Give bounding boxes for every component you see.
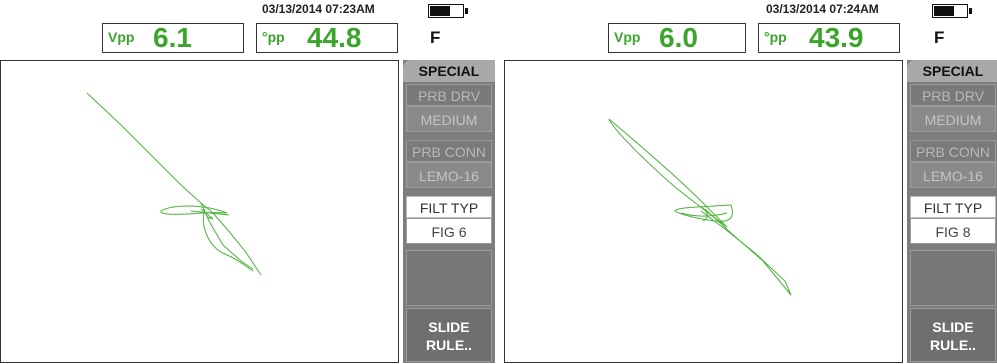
phase-value: 44.8 <box>307 22 362 53</box>
vpp-readout: Vpp 6.0 <box>608 22 746 53</box>
phase-label: °pp <box>764 29 787 45</box>
phase-value: 43.9 <box>809 22 864 53</box>
empty-menu-button[interactable] <box>406 250 492 306</box>
menu-title: SPECIAL <box>907 60 997 82</box>
prb-drv-button[interactable]: MEDIUM <box>910 106 996 132</box>
prb-drv-label: PRB DRV <box>406 84 492 106</box>
menu-title: SPECIAL <box>403 60 495 82</box>
slide-rule-line1: SLIDE <box>428 319 470 335</box>
instrument-panel-left: 03/13/2014 07:23AM Vpp 6.1 °pp 44.8 F SP… <box>0 0 497 364</box>
frequency-mode-indicator: F <box>934 28 945 47</box>
slide-rule-button[interactable]: SLIDE RULE.. <box>406 308 492 362</box>
lissajous-trace <box>86 92 262 276</box>
filt-typ-button[interactable]: FIG 8 <box>910 218 996 244</box>
filt-typ-button[interactable]: FIG 6 <box>406 218 492 244</box>
filt-typ-label: FILT TYP <box>406 196 492 218</box>
vpp-value: 6.1 <box>153 22 192 53</box>
phase-readout: °pp 44.8 <box>256 22 398 53</box>
impedance-plane-display[interactable] <box>0 60 399 363</box>
vpp-value: 6.0 <box>659 22 698 53</box>
battery-icon <box>932 4 972 18</box>
slide-rule-line1: SLIDE <box>932 319 974 335</box>
phase-label: °pp <box>262 29 285 45</box>
battery-icon <box>428 4 468 18</box>
slide-rule-line2: RULE.. <box>930 337 976 353</box>
vpp-label: Vpp <box>614 29 641 45</box>
vpp-label: Vpp <box>108 29 135 45</box>
impedance-plane-display[interactable] <box>504 60 903 363</box>
datetime: 03/13/2014 07:23AM <box>262 2 375 16</box>
phase-readout: °pp 43.9 <box>758 22 900 53</box>
datetime: 03/13/2014 07:24AM <box>766 2 879 16</box>
prb-conn-button[interactable]: LEMO-16 <box>910 162 996 188</box>
slide-rule-line2: RULE.. <box>426 337 472 353</box>
empty-menu-button[interactable] <box>910 250 996 306</box>
vpp-readout: Vpp 6.1 <box>102 22 244 53</box>
prb-conn-label: PRB CONN <box>406 140 492 162</box>
prb-conn-button[interactable]: LEMO-16 <box>406 162 492 188</box>
lissajous-trace <box>608 118 792 296</box>
filt-typ-label: FILT TYP <box>910 196 996 218</box>
prb-drv-button[interactable]: MEDIUM <box>406 106 492 132</box>
special-menu: SPECIAL PRB DRV MEDIUM PRB CONN LEMO-16 … <box>907 60 997 363</box>
special-menu: SPECIAL PRB DRV MEDIUM PRB CONN LEMO-16 … <box>403 60 495 363</box>
slide-rule-button[interactable]: SLIDE RULE.. <box>910 308 996 362</box>
prb-conn-label: PRB CONN <box>910 140 996 162</box>
frequency-mode-indicator: F <box>430 28 441 47</box>
instrument-panel-right: 03/13/2014 07:24AM Vpp 6.0 °pp 43.9 F SP… <box>504 0 997 364</box>
prb-drv-label: PRB DRV <box>910 84 996 106</box>
